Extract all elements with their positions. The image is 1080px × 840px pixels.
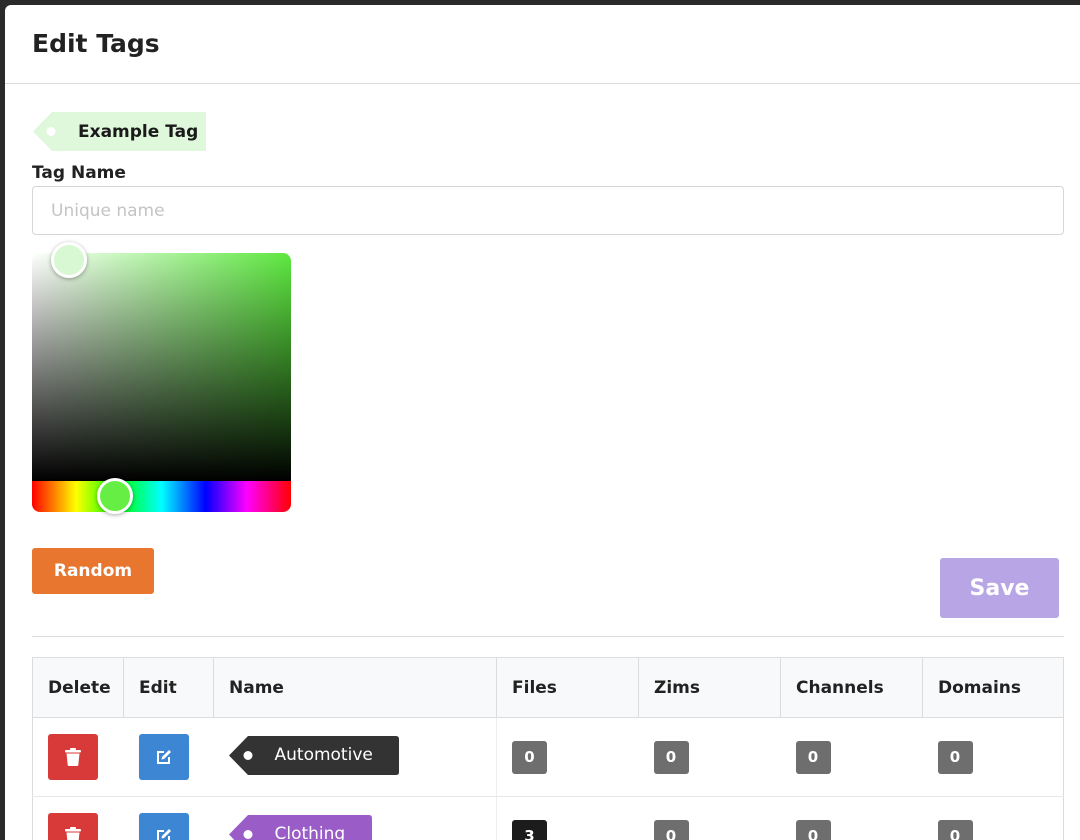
tag-name-label: Tag Name	[32, 163, 126, 183]
column-header-domains: Domains	[922, 657, 1064, 718]
tag-name: Clothing	[274, 823, 346, 840]
edit-cell	[123, 717, 214, 797]
channels-cell: 0	[780, 717, 923, 797]
table-row: Automotive 0 0 0 0	[32, 717, 1064, 797]
edit-button[interactable]	[138, 734, 189, 780]
tag-name: Automotive	[274, 744, 373, 765]
delete-button[interactable]	[48, 734, 98, 780]
files-count-badge[interactable]: 3	[512, 819, 547, 840]
hue-slider[interactable]	[32, 481, 291, 512]
edit-tags-modal: Edit Tags Example Tag Tag Name Random Sa…	[5, 5, 1080, 840]
domains-cell: 0	[922, 796, 1064, 840]
modal-title: Edit Tags	[32, 29, 160, 58]
zims-count-badge[interactable]: 0	[653, 819, 689, 840]
channels-cell: 0	[780, 796, 923, 840]
modal-header: Edit Tags	[5, 5, 1080, 84]
tag-name-input[interactable]	[32, 186, 1064, 235]
zims-count-badge[interactable]: 0	[653, 740, 689, 774]
edit-button[interactable]	[138, 813, 189, 840]
column-header-files: Files	[496, 657, 639, 718]
domains-count-badge[interactable]: 0	[937, 740, 973, 774]
column-header-zims: Zims	[638, 657, 781, 718]
name-cell: Clothing	[213, 796, 497, 840]
column-header-channels: Channels	[780, 657, 923, 718]
divider	[32, 636, 1064, 637]
table-row: Clothing 3 0 0 0	[32, 796, 1064, 840]
domains-cell: 0	[922, 717, 1064, 797]
column-header-edit: Edit	[123, 657, 214, 718]
channels-count-badge[interactable]: 0	[795, 819, 831, 840]
delete-cell	[32, 796, 124, 840]
zims-cell: 0	[638, 717, 781, 797]
table-header-row: Delete Edit Name Files Zims Channels Dom…	[32, 657, 1064, 718]
tags-table: Delete Edit Name Files Zims Channels Dom…	[32, 657, 1064, 840]
saturation-handle[interactable]	[51, 242, 87, 278]
tag-chip: Clothing	[228, 814, 372, 840]
pencil-square-icon	[156, 750, 171, 764]
trash-icon	[65, 748, 81, 766]
files-cell: 0	[496, 717, 639, 797]
example-tag-preview: Example Tag	[33, 112, 206, 151]
edit-cell	[123, 796, 214, 840]
example-tag-label: Example Tag	[78, 122, 199, 142]
name-cell: Automotive	[213, 717, 497, 797]
tag-chip: Automotive	[228, 735, 399, 775]
zims-cell: 0	[638, 796, 781, 840]
column-header-delete: Delete	[32, 657, 124, 718]
channels-count-badge[interactable]: 0	[795, 740, 831, 774]
save-button[interactable]: Save	[940, 558, 1059, 618]
delete-cell	[32, 717, 124, 797]
column-header-name: Name	[213, 657, 497, 718]
random-button[interactable]: Random	[32, 548, 154, 594]
files-cell: 3	[496, 796, 639, 840]
pencil-square-icon	[156, 829, 171, 840]
color-saturation-picker[interactable]	[32, 253, 291, 481]
trash-icon	[65, 827, 81, 840]
hue-handle[interactable]	[97, 478, 133, 514]
files-count-badge[interactable]: 0	[512, 740, 547, 774]
delete-button[interactable]	[48, 813, 98, 840]
domains-count-badge[interactable]: 0	[937, 819, 973, 840]
